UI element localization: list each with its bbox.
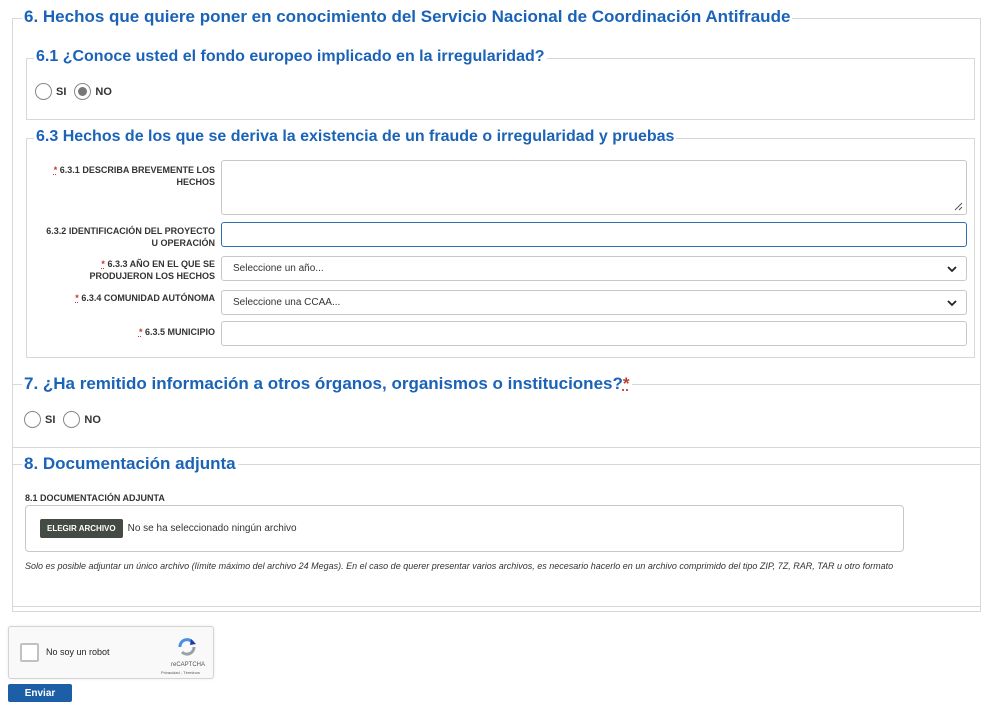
resize-grip-icon[interactable] [954,202,963,211]
q61-radio-si[interactable] [35,83,52,100]
f634-required-marker: * [75,293,79,303]
attachment-note: Solo es posible adjuntar un único archiv… [25,561,894,571]
file-upload-box: ELEGIR ARCHIVO No se ha seleccionado nin… [25,505,904,552]
f632-label: 6.3.2 IDENTIFICACIÓN DEL PROYECTO U OPER… [46,226,215,248]
f635-required-marker: * [138,327,143,337]
q63-title: 6.3 Hechos de los que se deriva la exist… [34,128,677,146]
section-7-required-marker: * [622,374,630,393]
q61-radio-si-label: SI [56,85,67,98]
f633-year-select[interactable]: Seleccione un año... [221,256,967,281]
recaptcha-links[interactable]: Privacidad - Términos [161,670,200,675]
submit-button[interactable]: Enviar [8,684,72,702]
file-status-text: No se ha seleccionado ningún archivo [127,523,297,534]
q61-radio-group: SI NO [35,83,120,100]
recaptcha-checkbox[interactable] [20,643,39,662]
chevron-down-icon [947,300,957,307]
q7-radio-no[interactable] [63,411,81,428]
recaptcha-widget: No soy un robot reCAPTCHA Privacidad - T… [8,626,214,679]
q7-radio-si[interactable] [24,411,41,428]
q61-radio-no-label: NO [95,85,112,98]
f634-ccaa-select-value: Seleccione una CCAA... [233,297,341,308]
section-7-title: 7. ¿Ha remitido información a otros órga… [22,374,632,394]
f633-required-marker: * [101,259,105,269]
f632-project-input[interactable] [221,222,967,247]
recaptcha-brand: reCAPTCHA [171,662,206,668]
q7-radio-si-label: SI [45,413,56,426]
chevron-down-icon [947,266,957,273]
f634-ccaa-select[interactable]: Seleccione una CCAA... [221,290,967,315]
f631-label: * 6.3.1 DESCRIBA BREVEMENTE LOS HECHOS [53,165,215,187]
f631-description-textarea[interactable] [221,160,967,215]
f635-municipio-input[interactable] [221,321,967,346]
attachment-field-label: 8.1 DOCUMENTACIÓN ADJUNTA [25,493,165,503]
section-6-title: 6. Hechos que quiere poner en conocimien… [22,7,793,27]
q61-fieldset [26,58,975,120]
recaptcha-logo-icon [178,638,196,656]
f633-year-select-value: Seleccione un año... [233,263,324,274]
choose-file-button[interactable]: ELEGIR ARCHIVO [40,519,123,538]
q61-title: 6.1 ¿Conoce usted el fondo europeo impli… [34,48,547,66]
q7-radio-no-label: NO [84,413,101,426]
q7-radio-group: SI NO [24,411,109,428]
section-8-title: 8. Documentación adjunta [22,454,238,474]
f634-label: * 6.3.4 COMUNIDAD AUTÓNOMA [75,293,215,303]
f635-label: * 6.3.5 MUNICIPIO [138,327,215,337]
recaptcha-label: No soy un robot [46,647,110,657]
q61-radio-no[interactable] [74,83,92,100]
f631-required-marker: * [53,165,58,175]
f633-label: * 6.3.3 AÑO EN EL QUE SE PRODUJERON LOS … [89,259,215,281]
